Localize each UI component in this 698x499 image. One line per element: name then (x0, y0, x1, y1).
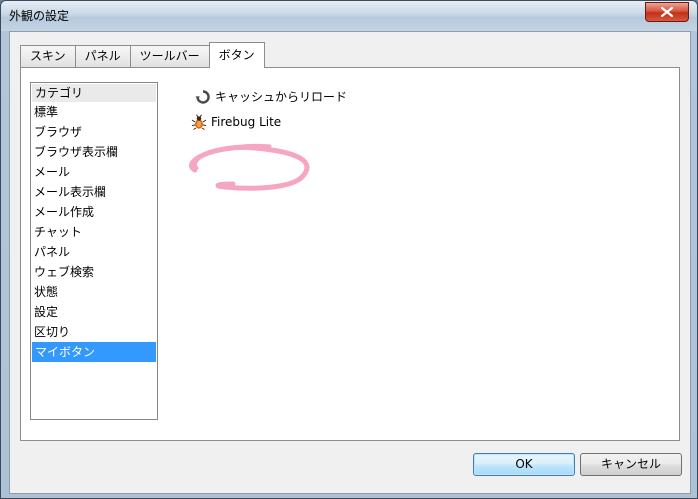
tab-buttons[interactable]: ボタン (208, 42, 265, 68)
list-item[interactable]: メール作成 (31, 202, 157, 222)
close-icon (661, 7, 673, 17)
reload-item-label: キャッシュからリロード (215, 90, 348, 104)
list-item-selected[interactable]: マイボタン (32, 342, 156, 362)
appearance-settings-dialog: 外観の設定 スキン パネル ツールバー ボタン カテゴリ 標準 ブラウザ ブラウ… (0, 0, 698, 499)
firebug-icon (191, 114, 207, 130)
window-title: 外観の設定 (9, 9, 70, 23)
firebug-item-label: Firebug Lite (211, 115, 282, 129)
list-item[interactable]: ウェブ検索 (31, 262, 157, 282)
tab-strip: スキン パネル ツールバー ボタン (20, 42, 265, 68)
dialog-client-area: スキン パネル ツールバー ボタン カテゴリ 標準 ブラウザ ブラウザ表示欄 メ… (9, 31, 691, 494)
firebug-lite-item[interactable]: Firebug Lite (191, 114, 281, 130)
button-items-area: キャッシュからリロード Firebug Lite (186, 86, 666, 186)
list-item[interactable]: 設定 (31, 302, 157, 322)
list-item[interactable]: 区切り (31, 322, 157, 342)
reload-icon (195, 89, 210, 104)
buttons-tab-panel: カテゴリ 標準 ブラウザ ブラウザ表示欄 メール メール表示欄 メール作成 チャ… (20, 67, 680, 441)
list-item[interactable]: ブラウザ表示欄 (31, 142, 157, 162)
category-list[interactable]: カテゴリ 標準 ブラウザ ブラウザ表示欄 メール メール表示欄 メール作成 チャ… (30, 82, 158, 420)
reload-from-cache-item[interactable]: キャッシュからリロード (195, 88, 347, 105)
list-item[interactable]: 標準 (31, 102, 157, 122)
list-item[interactable]: ブラウザ (31, 122, 157, 142)
list-header: カテゴリ (32, 84, 156, 102)
list-item[interactable]: パネル (31, 242, 157, 262)
list-item[interactable]: メール (31, 162, 157, 182)
tab-panel[interactable]: パネル (74, 45, 131, 67)
title-bar[interactable]: 外観の設定 (1, 1, 697, 31)
list-item[interactable]: チャット (31, 222, 157, 242)
close-button[interactable] (645, 2, 689, 22)
cancel-button[interactable]: キャンセル (580, 453, 682, 476)
tab-toolbar[interactable]: ツールバー (129, 45, 210, 67)
list-item[interactable]: 状態 (31, 282, 157, 302)
tab-skin[interactable]: スキン (20, 45, 76, 67)
list-item[interactable]: メール表示欄 (31, 182, 157, 202)
ok-button[interactable]: OK (473, 453, 575, 476)
